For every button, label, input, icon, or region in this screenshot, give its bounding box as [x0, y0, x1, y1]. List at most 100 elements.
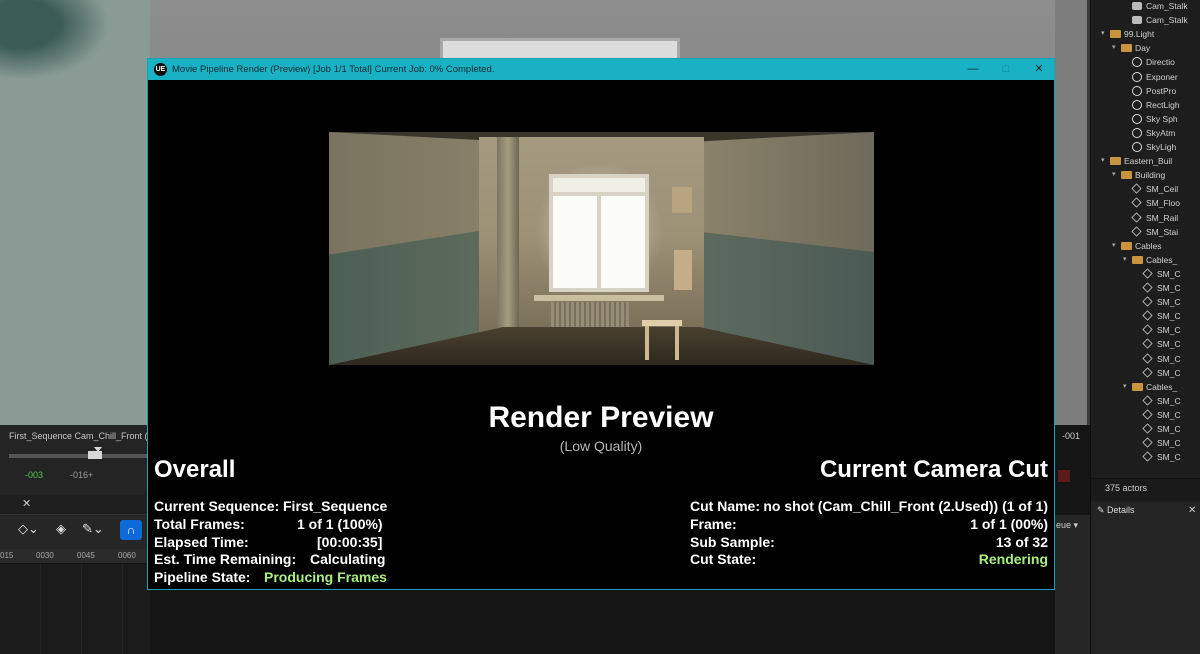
outliner-row[interactable]: SM_C	[1091, 309, 1200, 323]
key-tool-icon[interactable]: ◇⌄	[18, 521, 39, 537]
outliner-row[interactable]: SM_C	[1091, 295, 1200, 309]
transform-tool-icon[interactable]: ◈	[56, 521, 66, 537]
outliner-row[interactable]: ▾ Day	[1091, 41, 1200, 55]
outliner-row[interactable]: SM_C	[1091, 436, 1200, 450]
light-icon	[1132, 99, 1142, 110]
outliner-row[interactable]: Directio	[1091, 55, 1200, 69]
outliner-row[interactable]: SM_C	[1091, 366, 1200, 380]
outliner-row[interactable]: SM_Rail	[1091, 211, 1200, 225]
outliner-row[interactable]: ▾ Cables_	[1091, 380, 1200, 394]
outliner-row-label: SM_C	[1157, 268, 1181, 279]
outliner-row[interactable]: SM_Stai	[1091, 225, 1200, 239]
time-start[interactable]: -003	[25, 470, 43, 480]
outliner-row[interactable]: SkyAtm	[1091, 126, 1200, 140]
preview-stool-leg	[645, 326, 649, 360]
outliner-row-label: SM_C	[1157, 325, 1181, 336]
time-current[interactable]: -016+	[70, 470, 93, 480]
outliner-row-label: 99.Light	[1124, 29, 1155, 40]
folder-icon	[1132, 382, 1143, 391]
expand-arrow-icon[interactable]: ▾	[1101, 154, 1105, 168]
outliner-row[interactable]: PostPro	[1091, 84, 1200, 98]
outliner-row[interactable]: SM_C	[1091, 450, 1200, 464]
dialog-title: Movie Pipeline Render (Preview) [Job 1/1…	[172, 64, 495, 75]
preview-stool-leg	[675, 326, 679, 360]
expand-arrow-icon[interactable]: ▾	[1112, 41, 1116, 55]
outliner-row-label: Cables_	[1146, 381, 1178, 392]
expand-arrow-icon[interactable]: ▾	[1123, 253, 1127, 267]
sub-sample-value: 13 of 32	[995, 534, 1048, 550]
maximize-button[interactable]: □	[991, 61, 1021, 78]
outliner-row[interactable]: Sky Sph	[1091, 112, 1200, 126]
outliner-row[interactable]: SkyLigh	[1091, 140, 1200, 154]
render-preview-title: Render Preview	[488, 401, 714, 434]
time-remaining-value: Calculating	[310, 551, 386, 567]
camera-cut-heading: Current Camera Cut	[819, 456, 1048, 483]
light-icon	[1132, 142, 1142, 152]
time-end[interactable]: -001	[1062, 431, 1080, 441]
draw-tool-icon[interactable]: ✎⌄	[82, 521, 104, 537]
end-marker	[1058, 470, 1070, 482]
outliner-row[interactable]: SM_C	[1091, 323, 1200, 337]
outliner-row[interactable]: Exponer	[1091, 70, 1200, 84]
static-mesh-icon	[1142, 367, 1153, 378]
render-preview-subtitle: (Low Quality)	[559, 438, 643, 454]
snap-magnet-icon[interactable]: ∩	[120, 520, 142, 540]
close-icon[interactable]: ✕	[1188, 505, 1196, 516]
outliner-row[interactable]: SM_C	[1091, 352, 1200, 366]
folder-icon	[1121, 171, 1132, 180]
details-tab-label: Details	[1107, 505, 1135, 515]
outliner-row[interactable]: SM_Floo	[1091, 196, 1200, 210]
outliner-row[interactable]: ▾ Cables_	[1091, 253, 1200, 267]
outliner-row[interactable]: ▾ Cables	[1091, 239, 1200, 253]
outliner-row[interactable]: SM_C	[1091, 281, 1200, 295]
close-icon[interactable]: ✕	[22, 497, 31, 510]
pipeline-state-label: Pipeline State:	[154, 569, 251, 585]
outliner-row[interactable]: SM_C	[1091, 408, 1200, 422]
static-mesh-icon	[1142, 310, 1153, 321]
preview-poster	[674, 250, 692, 290]
close-button[interactable]: ✕	[1024, 61, 1054, 78]
preview-transom-pane	[553, 178, 645, 192]
preview-pipe	[497, 137, 519, 327]
ruler-tick: 0045	[77, 551, 95, 560]
playback-track[interactable]	[9, 454, 150, 458]
sequence-breadcrumb[interactable]: First_Sequence Cam_Chill_Front (	[9, 431, 148, 441]
preview-window-sill	[534, 295, 664, 301]
outliner-row[interactable]: Cam_Stalk	[1091, 13, 1200, 27]
outliner-row[interactable]: Cam_Stalk	[1091, 0, 1200, 13]
playhead-handle[interactable]	[88, 451, 102, 459]
outliner-row[interactable]: ▾ Building	[1091, 168, 1200, 182]
expand-arrow-icon[interactable]: ▾	[1101, 27, 1105, 41]
viewport-right-wall	[1055, 0, 1090, 425]
camera-icon	[1132, 16, 1142, 25]
outliner-row-label: SM_Rail	[1146, 212, 1179, 223]
outliner-row[interactable]: RectLigh	[1091, 98, 1200, 112]
light-icon	[1132, 71, 1142, 82]
outliner-row[interactable]: SM_C	[1091, 422, 1200, 436]
track-area[interactable]	[0, 564, 150, 654]
expand-arrow-icon[interactable]: ▾	[1123, 380, 1127, 394]
details-tab[interactable]: ✎ Details	[1097, 505, 1135, 516]
expand-arrow-icon[interactable]: ▾	[1112, 168, 1116, 182]
minimize-button[interactable]: —	[958, 61, 988, 78]
queue-panel	[1055, 515, 1090, 654]
outliner-row-label: SM_C	[1157, 353, 1181, 364]
outliner-row[interactable]: ▾ Eastern_Buil	[1091, 154, 1200, 168]
outliner-row-label: Sky Sph	[1146, 113, 1178, 124]
movie-pipeline-render-dialog: UE Movie Pipeline Render (Preview) [Job …	[147, 58, 1055, 590]
outliner-row[interactable]: SM_C	[1091, 337, 1200, 351]
outliner-row[interactable]: ▾ 99.Light	[1091, 27, 1200, 41]
outliner-row-label: Day	[1135, 43, 1151, 54]
world-outliner: SM_C SM_C SM_C SM_C SM_C ▾ Cables_ SM_C SM_C SM_C…	[1090, 0, 1200, 654]
expand-arrow-icon[interactable]: ▾	[1112, 239, 1116, 253]
queue-dropdown[interactable]: eue ▾	[1056, 520, 1078, 531]
dialog-titlebar[interactable]: UE Movie Pipeline Render (Preview) [Job …	[148, 59, 1054, 80]
current-sequence-value: First_Sequence	[283, 498, 388, 514]
outliner-row[interactable]: SM_Ceil	[1091, 182, 1200, 196]
outliner-row[interactable]: SM_C	[1091, 267, 1200, 281]
outliner-row-label: Cam_Stalk	[1146, 15, 1188, 26]
elapsed-time-label: Elapsed Time:	[154, 534, 249, 550]
outliner-row-label: SM_Floo	[1146, 198, 1181, 209]
sub-sample-label: Sub Sample:	[690, 534, 775, 550]
outliner-row[interactable]: SM_C	[1091, 394, 1200, 408]
